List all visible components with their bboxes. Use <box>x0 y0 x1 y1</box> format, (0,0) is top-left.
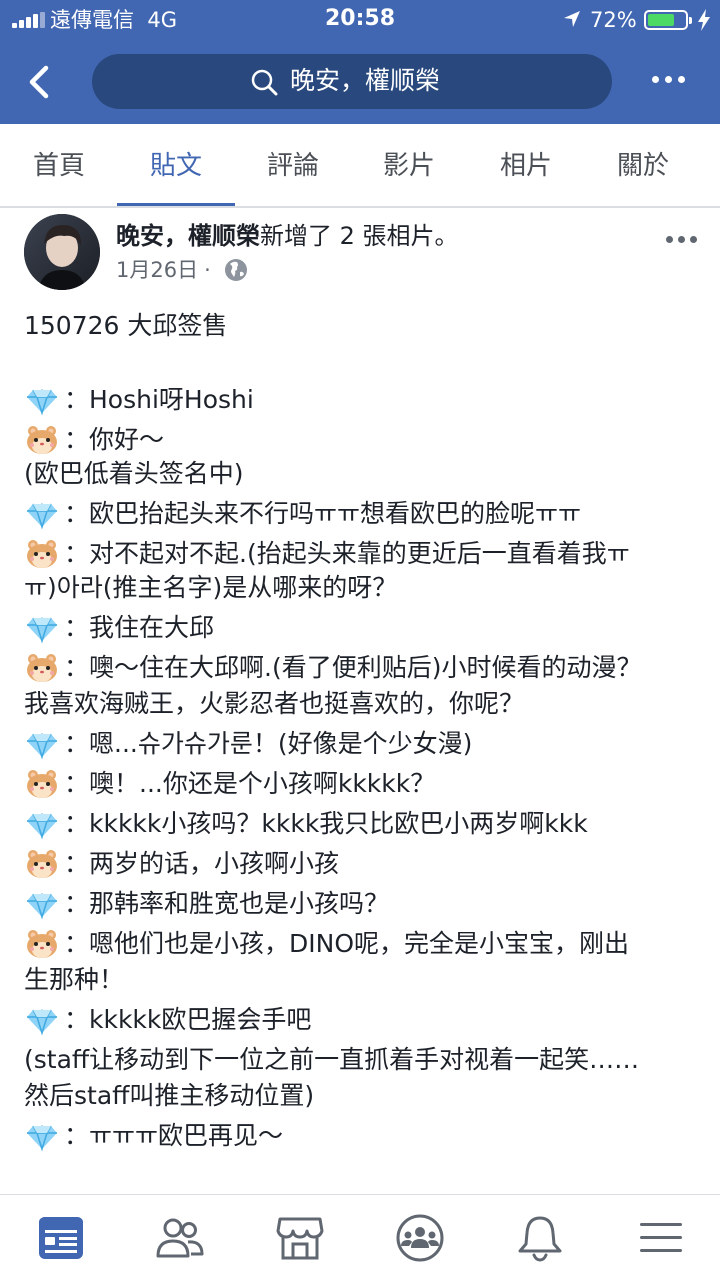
bottom-nav <box>0 1195 720 1280</box>
post-text-line: ：嗯...슈가슈가룬！(好像是个少女漫) <box>64 729 473 758</box>
avatar[interactable] <box>24 214 100 290</box>
search-query: 晚安，權顺榮 <box>290 66 441 95</box>
friends-icon <box>156 1218 204 1258</box>
tab-posts[interactable]: 貼文 <box>117 124 235 208</box>
post-text-line: ：我住在大邱 <box>64 613 215 642</box>
post-text-line: ：噢！...你还是个小孩啊kkkkk？ <box>64 769 436 798</box>
post-text-line: ：嗯他们也是小孩，DINO呢，完全是小宝宝，刚出 <box>64 929 630 958</box>
status-bar: 遠傳電信 4G 20:58 72% <box>0 0 720 40</box>
nav-marketplace[interactable] <box>275 1213 325 1263</box>
back-button[interactable] <box>20 62 60 102</box>
author-name[interactable]: 晚安，權顺榮 <box>116 222 260 250</box>
post-text-line: 150726 大邱签售 <box>24 311 228 340</box>
groups-icon <box>396 1214 444 1262</box>
post-date[interactable]: 1月26日 <box>116 258 198 282</box>
hamster-emoji-icon <box>24 766 60 802</box>
tab-home[interactable]: 首頁 <box>0 124 118 208</box>
hamster-emoji-icon <box>24 926 60 962</box>
post-text-line: 然后staff叫推主移动位置) <box>24 1081 315 1110</box>
battery-level-fill <box>648 14 674 26</box>
post-text-line: ：噢～住在大邱啊.(看了便利贴后)小时候看的动漫？ <box>64 653 642 682</box>
post-text-line: ：ㅠㅠㅠ欧巴再见～ <box>64 1121 284 1150</box>
nav-friends[interactable] <box>155 1213 205 1263</box>
back-arrow-icon <box>29 65 49 99</box>
meta-separator: · <box>204 258 211 282</box>
post-text-line: ：欧巴抬起头来不行吗ㅠㅠ想看欧巴的脸呢ㅠㅠ <box>64 499 582 528</box>
tab-reviews[interactable]: 評論 <box>234 124 352 208</box>
menu-icon <box>640 1223 682 1252</box>
battery-icon <box>644 10 692 30</box>
profile-photo <box>24 214 100 290</box>
post-header-line: 晚安，權顺榮新增了 2 張相片。 <box>116 220 459 252</box>
search-icon <box>251 69 278 96</box>
more-options-button[interactable] <box>648 64 688 94</box>
post-text-line: ：你好～ <box>64 425 165 454</box>
page-tabs: 首頁 貼文 評論 影片 相片 關於 <box>0 124 720 208</box>
tab-videos[interactable]: 影片 <box>350 124 468 208</box>
post-card: 晚安，權顺榮新增了 2 張相片。 1月26日 · 150726 大邱签售 ：Hosh… <box>0 208 720 1194</box>
post-text-line: 生那种！ <box>24 965 125 994</box>
location-arrow-icon <box>564 11 580 27</box>
globe-icon <box>225 259 247 281</box>
charging-bolt-icon <box>698 9 710 31</box>
diamond-emoji-icon <box>24 726 60 762</box>
post-text-line: 我喜欢海贼王，火影忍者也挺喜欢的，你呢？ <box>24 689 525 718</box>
diamond-emoji-icon <box>24 496 60 532</box>
hamster-emoji-icon <box>24 536 60 572</box>
post-text-line: ：对不起对不起.(抬起头来靠的更近后一直看着我ㅠ <box>64 539 630 568</box>
news-feed-icon <box>39 1217 83 1259</box>
notifications-bell-icon <box>518 1216 562 1262</box>
top-header: 遠傳電信 4G 20:58 72% 晚安，權顺榮 <box>0 0 720 124</box>
marketplace-icon <box>276 1217 324 1260</box>
nav-news-feed[interactable] <box>36 1213 86 1263</box>
diamond-emoji-icon <box>24 610 60 646</box>
nav-groups[interactable] <box>395 1213 445 1263</box>
hamster-emoji-icon <box>24 422 60 458</box>
hamster-emoji-icon <box>24 846 60 882</box>
diamond-emoji-icon <box>24 382 60 418</box>
diamond-emoji-icon <box>24 1118 60 1154</box>
diamond-emoji-icon <box>24 1002 60 1038</box>
post-text-line: (staff让移动到下一位之前一直抓着手对视着一起笑…… <box>24 1045 640 1074</box>
search-bar[interactable]: 晚安，權顺榮 <box>92 54 612 109</box>
post-action-text: 新增了 2 張相片。 <box>260 222 459 250</box>
diamond-emoji-icon <box>24 886 60 922</box>
battery-percent: 72% <box>590 8 637 32</box>
hamster-emoji-icon <box>24 650 60 686</box>
tab-about[interactable]: 關於 <box>584 124 702 208</box>
post-text-line: ：那韩率和胜宽也是小孩吗？ <box>64 889 390 918</box>
post-text-line: ㅠ)아라(推主名字)是从哪来的呀？ <box>24 573 398 602</box>
post-meta: 1月26日 · <box>116 256 217 284</box>
post-text-line: (欧巴低着头签名中) <box>24 459 244 488</box>
post-text-line: ：两岁的话，小孩啊小孩 <box>64 849 340 878</box>
nav-notifications[interactable] <box>515 1213 565 1263</box>
diamond-emoji-icon <box>24 806 60 842</box>
tab-photos[interactable]: 相片 <box>467 124 585 208</box>
nav-menu[interactable] <box>636 1213 686 1263</box>
post-options-button[interactable] <box>664 228 698 252</box>
post-text-line: ：Hoshi呀Hoshi <box>64 385 254 414</box>
post-text-line: ：kkkkk小孩吗？kkkk我只比欧巴小两岁啊kkk <box>64 809 588 838</box>
post-text-line: ：kkkkk欧巴握会手吧 <box>64 1005 312 1034</box>
